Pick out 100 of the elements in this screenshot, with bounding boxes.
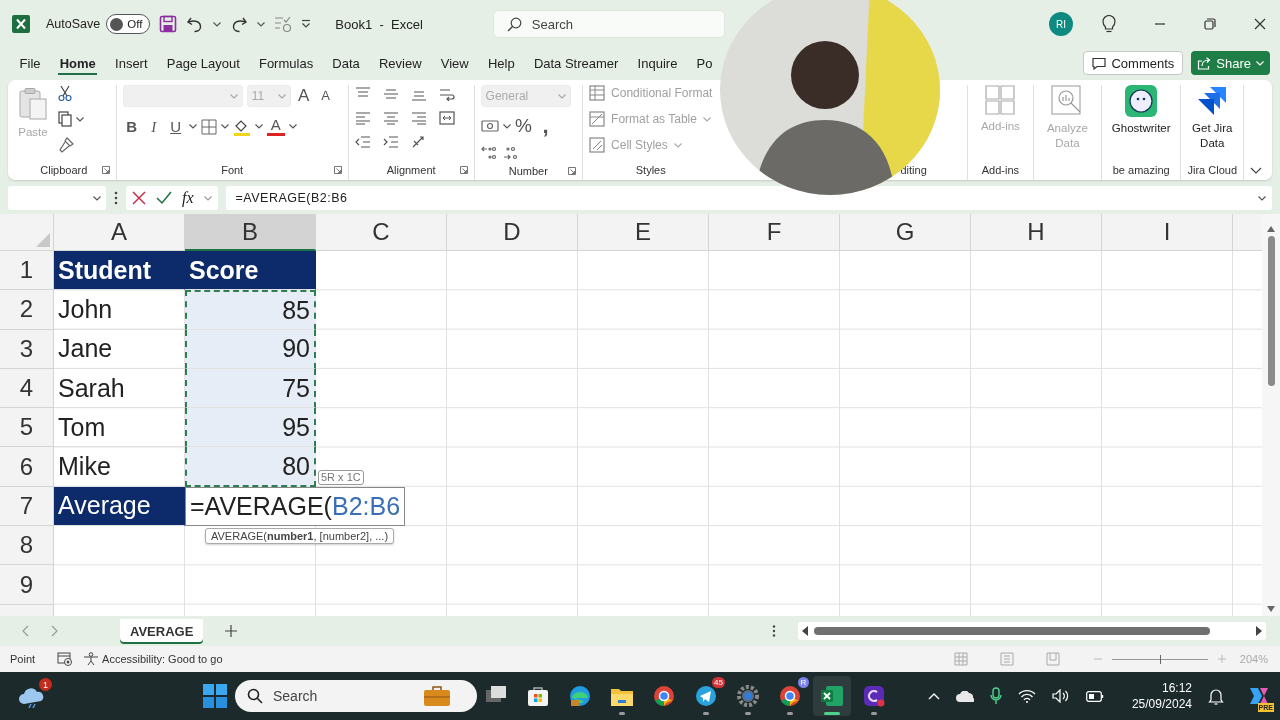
row-header[interactable]: 4 bbox=[0, 368, 54, 409]
scroll-up-icon[interactable] bbox=[1267, 226, 1275, 232]
text-orientation-icon[interactable] bbox=[410, 135, 427, 149]
cancel-icon[interactable] bbox=[132, 191, 146, 205]
accessibility-status[interactable]: Accessibility: Good to go bbox=[102, 653, 223, 665]
row-header[interactable]: 5 bbox=[0, 408, 54, 448]
more-options-icon[interactable] bbox=[114, 191, 118, 205]
merge-cells-icon[interactable] bbox=[438, 111, 455, 125]
caret-icon[interactable] bbox=[257, 21, 266, 27]
ribbon-tab[interactable]: File bbox=[10, 50, 51, 76]
table-cell[interactable]: Average bbox=[54, 486, 185, 527]
microphone-icon[interactable] bbox=[989, 687, 1002, 705]
column-header[interactable]: A bbox=[54, 214, 185, 251]
column-header[interactable]: B bbox=[185, 214, 316, 251]
battery-icon[interactable] bbox=[1085, 690, 1104, 702]
ribbon-tab[interactable]: Home bbox=[50, 50, 106, 76]
taskbar-search-field[interactable]: Search bbox=[235, 680, 477, 712]
copy-icon[interactable] bbox=[58, 111, 72, 127]
sheet-tab[interactable]: AVERAGE bbox=[120, 618, 204, 644]
ribbon-tab[interactable]: Data Streamer bbox=[524, 50, 628, 76]
collapse-ribbon-icon[interactable] bbox=[1250, 167, 1262, 174]
header-cell[interactable]: Score bbox=[185, 251, 316, 291]
dialog-launcher-icon[interactable] bbox=[568, 167, 577, 175]
chevron-up-icon[interactable] bbox=[927, 692, 940, 700]
row-header[interactable]: 8 bbox=[0, 526, 54, 566]
caret-icon[interactable] bbox=[93, 195, 101, 201]
restore-icon[interactable] bbox=[1204, 18, 1216, 30]
row-header[interactable]: 6 bbox=[0, 447, 54, 487]
paintbrush-icon[interactable] bbox=[58, 137, 74, 153]
formula-field[interactable]: =AVERAGE(B2:B6 bbox=[225, 186, 1272, 210]
font-name-field[interactable] bbox=[122, 85, 243, 107]
horizontal-scrollbar[interactable] bbox=[798, 622, 1266, 640]
column-header[interactable]: C bbox=[316, 214, 447, 251]
header-cell[interactable]: Student bbox=[54, 251, 185, 291]
insert-function-button[interactable]: fx bbox=[182, 189, 194, 207]
dialog-launcher-icon[interactable] bbox=[333, 166, 342, 174]
column-header[interactable]: H bbox=[971, 214, 1102, 251]
column-header[interactable]: G bbox=[840, 214, 971, 251]
row-header[interactable]: 9 bbox=[0, 565, 54, 605]
caret-icon[interactable] bbox=[220, 124, 229, 129]
ribbon-tab[interactable]: View bbox=[431, 50, 479, 76]
checklist-icon[interactable] bbox=[274, 15, 293, 33]
caret-icon[interactable] bbox=[213, 21, 222, 27]
increase-decimal-icon[interactable] bbox=[480, 145, 499, 161]
scroll-thumb[interactable] bbox=[1267, 236, 1275, 386]
table-cell[interactable]: 75 bbox=[185, 368, 316, 409]
search-field[interactable]: Search bbox=[492, 10, 725, 38]
share-button[interactable]: Share bbox=[1191, 51, 1270, 75]
increase-indent-icon[interactable] bbox=[382, 135, 399, 149]
row-header[interactable]: 2 bbox=[0, 290, 54, 330]
clock-date[interactable]: 25/09/2024 bbox=[1131, 696, 1192, 712]
scroll-right-icon[interactable] bbox=[1256, 626, 1262, 636]
column-header[interactable]: D bbox=[447, 214, 578, 251]
ribbon-tab[interactable]: Formulas bbox=[249, 50, 323, 76]
ribbon-tab[interactable]: Review bbox=[369, 50, 432, 76]
table-cell[interactable]: 80 bbox=[185, 447, 316, 487]
volume-icon[interactable] bbox=[1051, 689, 1070, 703]
ghostwriter-button[interactable]: Ghostwriter bbox=[1111, 85, 1171, 136]
start-icon[interactable] bbox=[203, 684, 227, 708]
ribbon-tab[interactable]: Insert bbox=[105, 50, 158, 76]
checkmark-icon[interactable] bbox=[156, 191, 172, 205]
add-sheet-icon[interactable] bbox=[225, 625, 238, 637]
dialog-launcher-icon[interactable] bbox=[459, 166, 468, 174]
currency-icon[interactable] bbox=[480, 119, 499, 133]
wifi-icon[interactable] bbox=[1017, 689, 1036, 703]
taskbar-button[interactable] bbox=[813, 676, 851, 716]
get-jira-data-button[interactable]: Get Jira Data bbox=[1187, 85, 1237, 151]
save-icon[interactable] bbox=[159, 15, 178, 33]
ribbon-tab[interactable]: Data bbox=[322, 50, 370, 76]
close-icon[interactable] bbox=[1254, 18, 1266, 30]
customize-caret-icon[interactable] bbox=[301, 19, 312, 29]
decrease-indent-icon[interactable] bbox=[354, 135, 371, 149]
caret-icon[interactable] bbox=[254, 124, 263, 129]
spreadsheet-logo-icon[interactable] bbox=[12, 15, 30, 33]
autosave-toggle[interactable]: Off bbox=[106, 14, 151, 34]
comments-button[interactable]: Comments bbox=[1083, 51, 1184, 75]
clock-time[interactable]: 16:12 bbox=[1161, 680, 1192, 696]
table-cell[interactable]: 85 bbox=[185, 290, 316, 330]
account-avatar[interactable]: RI bbox=[1049, 12, 1073, 36]
speech-bubble-icon[interactable] bbox=[1092, 56, 1107, 70]
caret-icon[interactable] bbox=[1258, 195, 1266, 201]
scroll-down-icon[interactable] bbox=[1267, 606, 1275, 612]
caret-icon[interactable] bbox=[76, 116, 84, 122]
more-options-icon[interactable] bbox=[772, 625, 776, 637]
share-icon[interactable] bbox=[1197, 56, 1212, 70]
caret-icon[interactable] bbox=[502, 123, 511, 129]
wrap-text-icon[interactable] bbox=[438, 87, 455, 101]
table-cell[interactable]: =AVERAGE(B2:B6 bbox=[185, 486, 406, 527]
caret-icon[interactable] bbox=[288, 124, 297, 129]
row-header[interactable]: 7 bbox=[0, 486, 54, 527]
dialog-launcher-icon[interactable] bbox=[101, 166, 110, 174]
vertical-scrollbar[interactable] bbox=[1262, 214, 1280, 616]
scroll-left-icon[interactable] bbox=[802, 626, 808, 636]
accessibility-icon[interactable] bbox=[83, 652, 100, 666]
macro-recorder-icon[interactable] bbox=[57, 652, 74, 666]
ribbon-tab[interactable]: Help bbox=[478, 50, 525, 76]
table-cell[interactable]: 95 bbox=[185, 408, 316, 448]
column-header[interactable]: F bbox=[709, 214, 840, 251]
row-header[interactable]: 1 bbox=[0, 251, 54, 291]
lightbulb-icon[interactable] bbox=[1102, 15, 1116, 33]
